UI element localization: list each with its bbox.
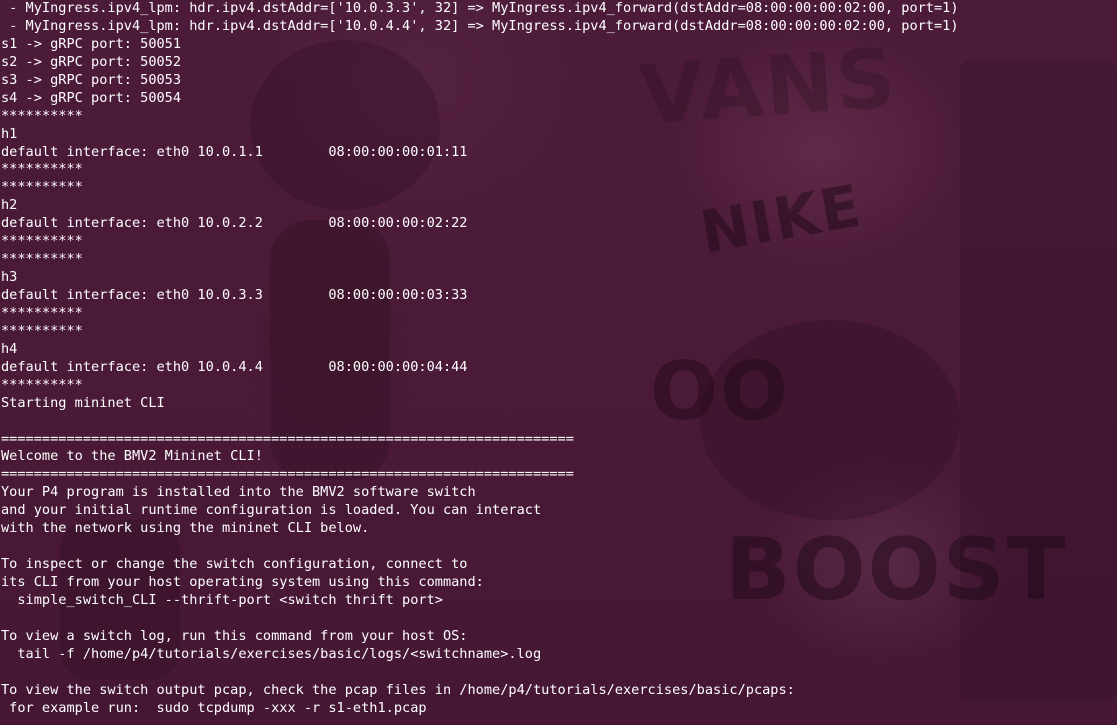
- terminal-line: **********: [1, 322, 83, 339]
- terminal-line: and your initial runtime configuration i…: [1, 502, 542, 519]
- terminal-line: h1: [1, 125, 18, 142]
- terminal-line: Welcome to the BMV2 Mininet CLI!: [1, 448, 263, 465]
- terminal-line: default interface: eth0 10.0.1.1 08:00:0…: [1, 143, 468, 160]
- terminal-line: ========================================…: [1, 430, 574, 447]
- terminal-output: - MyIngress.ipv4_lpm: hdr.ipv4.dstAddr=[…: [1, 0, 959, 718]
- terminal-line: h3: [1, 269, 18, 286]
- terminal-line: s2 -> gRPC port: 50052: [1, 53, 182, 70]
- terminal-line: default interface: eth0 10.0.3.3 08:00:0…: [1, 287, 468, 303]
- terminal-line: default interface: eth0 10.0.4.4 08:00:0…: [1, 358, 468, 375]
- terminal-line: simple_switch_CLI --thrift-port <switch …: [1, 591, 443, 608]
- terminal-line: To view a switch log, run this command f…: [1, 627, 468, 644]
- terminal-line: **********: [1, 304, 83, 321]
- terminal-line: Starting mininet CLI: [1, 394, 165, 411]
- terminal-line: **********: [1, 233, 83, 250]
- terminal-line: h4: [1, 340, 18, 357]
- terminal-line: - MyIngress.ipv4_lpm: hdr.ipv4.dstAddr=[…: [1, 0, 959, 16]
- terminal-line: with the network using the mininet CLI b…: [1, 520, 370, 537]
- terminal-line: **********: [1, 376, 83, 393]
- terminal-line: **********: [1, 251, 83, 268]
- terminal-line: **********: [1, 161, 83, 178]
- terminal-line: its CLI from your host operating system …: [1, 574, 484, 590]
- terminal-line: for example run: sudo tcpdump -xxx -r s1…: [1, 699, 427, 716]
- terminal-line: To inspect or change the switch configur…: [1, 556, 468, 573]
- terminal-line: s4 -> gRPC port: 50054: [1, 89, 182, 106]
- terminal-line: ========================================…: [1, 466, 574, 483]
- terminal-line: s1 -> gRPC port: 50051: [1, 35, 182, 52]
- terminal-line: default interface: eth0 10.0.2.2 08:00:0…: [1, 215, 468, 232]
- terminal-line: s3 -> gRPC port: 50053: [1, 71, 182, 88]
- terminal-line: **********: [1, 107, 83, 124]
- terminal-line: To view the switch output pcap, check th…: [1, 681, 795, 698]
- terminal-line: Your P4 program is installed into the BM…: [1, 484, 476, 501]
- terminal-line: tail -f /home/p4/tutorials/exercises/bas…: [1, 645, 542, 662]
- terminal-window[interactable]: VANS NIKE BOOST OO - MyIngress.ipv4_lpm:…: [0, 0, 1117, 725]
- terminal-line: - MyIngress.ipv4_lpm: hdr.ipv4.dstAddr=[…: [1, 17, 959, 34]
- terminal-line: **********: [1, 179, 83, 196]
- terminal-line: h2: [1, 197, 18, 214]
